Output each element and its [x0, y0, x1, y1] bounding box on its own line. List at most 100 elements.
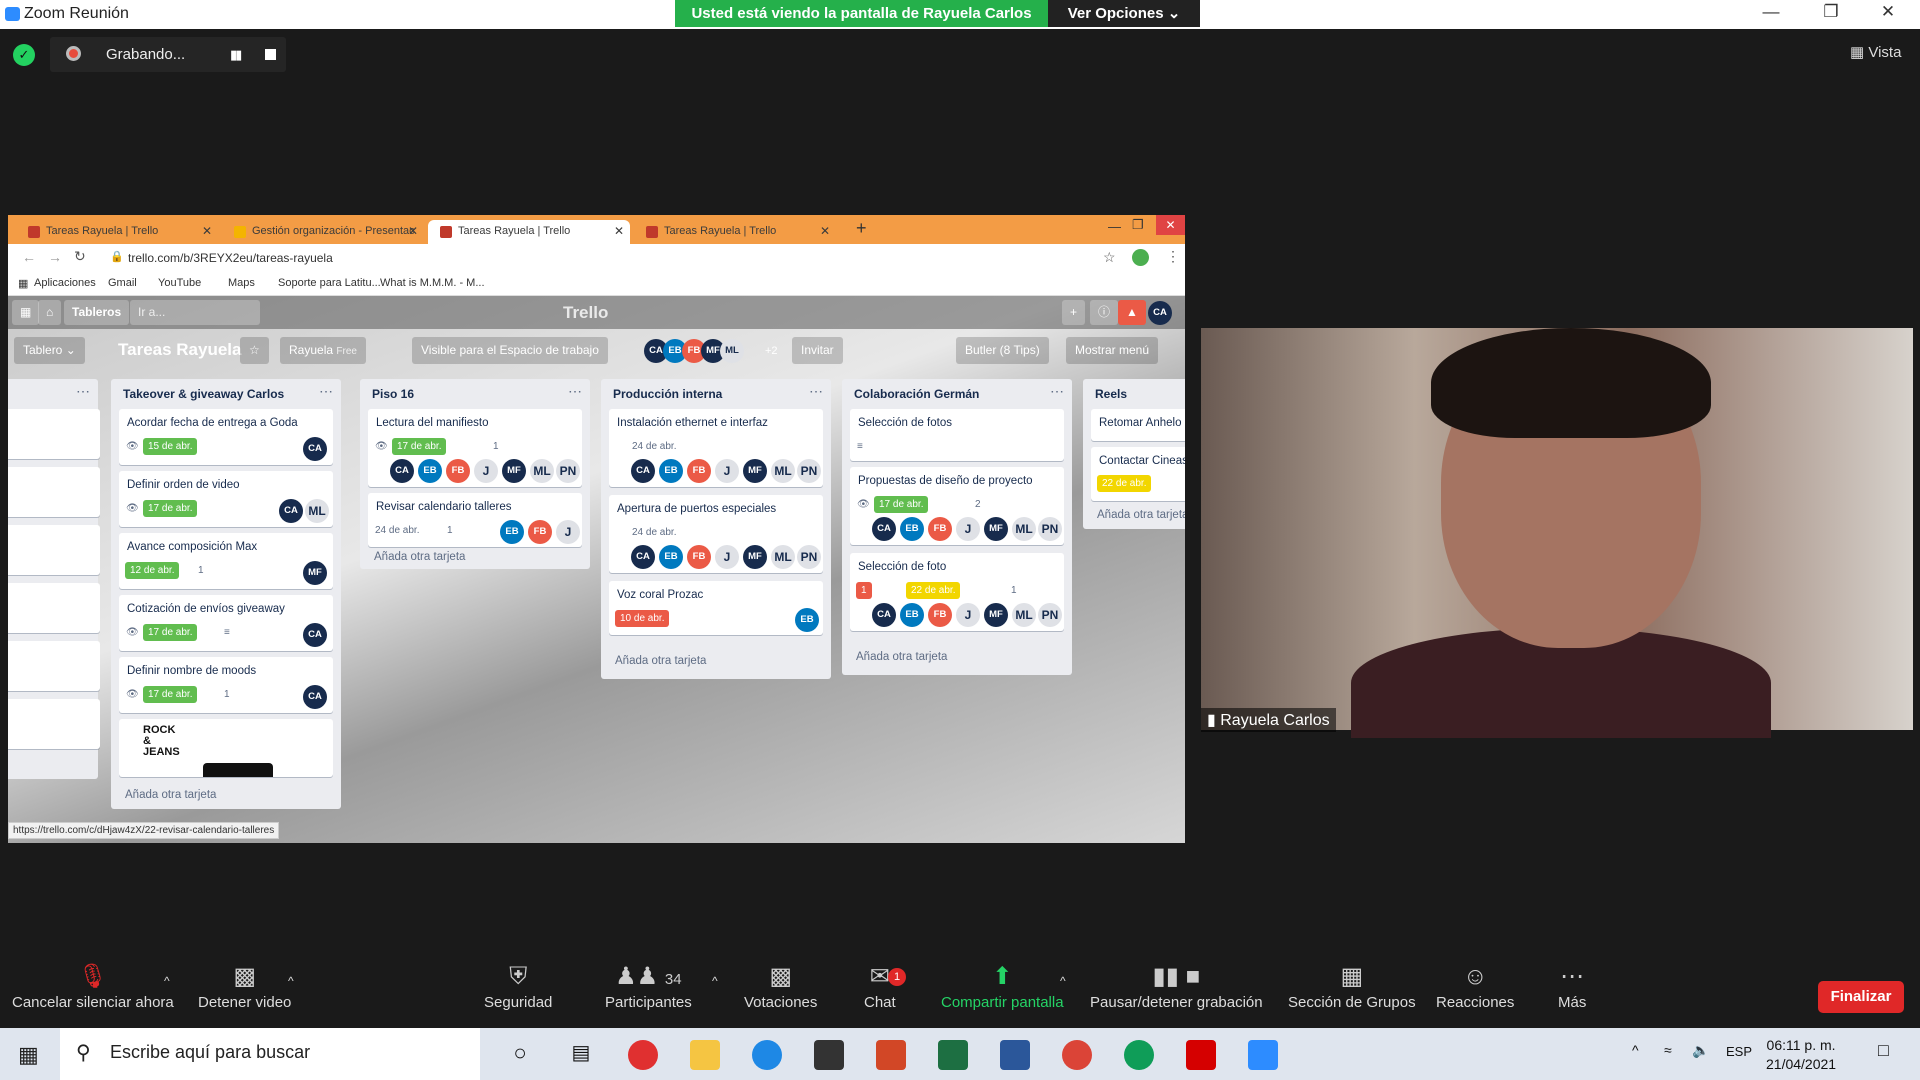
- home-icon[interactable]: ⌂: [38, 300, 62, 325]
- list-menu-icon[interactable]: ⋯: [809, 383, 823, 400]
- end-meeting-button[interactable]: Finalizar: [1818, 981, 1904, 1013]
- restore-icon[interactable]: ❐: [1132, 217, 1144, 233]
- list-item[interactable]: Voz coral Prozac 10 de abr. EB: [609, 581, 823, 635]
- list-item[interactable]: Definir nombre de moods 👁 17 de abr. 1 C…: [119, 657, 333, 713]
- list-item[interactable]: Lectura del manifiesto 👁 17 de abr. 1 CA…: [368, 409, 582, 487]
- chrome-icon[interactable]: [1062, 1040, 1092, 1070]
- trello-search-input[interactable]: Ir a...: [130, 300, 260, 325]
- participants-button[interactable]: ♟♟ 34 Participantes: [605, 960, 692, 1011]
- butler-button[interactable]: Butler (8 Tips): [956, 337, 1049, 364]
- visibility-button[interactable]: Visible para el Espacio de trabajo: [412, 337, 608, 364]
- new-tab-icon[interactable]: +: [856, 218, 867, 239]
- extra-members-count[interactable]: +2: [765, 345, 778, 357]
- close-icon[interactable]: ✕: [1156, 215, 1185, 235]
- close-tab-icon[interactable]: ✕: [202, 224, 212, 238]
- task-view-icon[interactable]: ▤: [566, 1040, 596, 1070]
- add-card-button[interactable]: Añada otra tarjeta: [374, 551, 465, 563]
- list-item[interactable]: Cotización de envíos giveaway 👁 17 de ab…: [119, 595, 333, 651]
- security-button[interactable]: ⛨ Seguridad: [484, 960, 552, 1011]
- list-title[interactable]: Colaboración Germán: [854, 387, 979, 401]
- add-card-button[interactable]: Añada otra tarjeta: [1097, 509, 1185, 521]
- file-explorer-icon[interactable]: [690, 1040, 720, 1070]
- list-item[interactable]: [8, 699, 100, 749]
- pause-recording-icon[interactable]: ▮▮: [230, 47, 242, 63]
- browser-menu-icon[interactable]: ⋮: [1166, 248, 1180, 265]
- excel-icon[interactable]: [938, 1040, 968, 1070]
- cortana-icon[interactable]: ○: [505, 1040, 535, 1070]
- reactions-button[interactable]: ☺ Reacciones: [1436, 960, 1514, 1011]
- view-options-button[interactable]: Ver Opciones ⌄: [1048, 0, 1200, 27]
- powerpoint-icon[interactable]: [876, 1040, 906, 1070]
- bookmark-mmm[interactable]: What is M.M.M. - M...: [380, 277, 485, 289]
- url-field[interactable]: trello.com/b/3REYX2eu/tareas-rayuela: [128, 251, 333, 265]
- profile-avatar[interactable]: [1132, 249, 1149, 266]
- shield-icon[interactable]: ✓: [13, 44, 35, 66]
- breakout-rooms-button[interactable]: ▦ Sección de Grupos: [1288, 960, 1416, 1011]
- chat-button[interactable]: ✉ Chat: [864, 960, 896, 1011]
- add-card-button[interactable]: Añada otra tarjeta: [125, 789, 216, 801]
- restore-icon[interactable]: ❐: [1811, 2, 1851, 26]
- invite-button[interactable]: Invitar: [792, 337, 843, 364]
- stop-video-button[interactable]: ▩ Detener video: [198, 960, 291, 1011]
- list-item[interactable]: Revisar calendario talleres 24 de abr. 1…: [368, 493, 582, 547]
- browser-tab[interactable]: Tareas Rayuela | Trello ✕: [634, 220, 836, 244]
- list-item[interactable]: Acordar fecha de entrega a Goda 👁 15 de …: [119, 409, 333, 465]
- bookmark-support[interactable]: Soporte para Latitu...: [278, 277, 381, 289]
- bookmark-star-icon[interactable]: ☆: [1103, 249, 1116, 266]
- more-button[interactable]: ⋯ Más: [1558, 960, 1586, 1011]
- list-item[interactable]: Definir orden de video 👁 17 de abr. CA M…: [119, 471, 333, 527]
- list-title[interactable]: Reels: [1095, 387, 1127, 401]
- create-icon[interactable]: +: [1062, 300, 1086, 325]
- add-card-button[interactable]: Añada otra tarjeta: [856, 651, 947, 663]
- chrome-profile-icon[interactable]: [1124, 1040, 1154, 1070]
- info-icon[interactable]: ⓘ: [1090, 300, 1119, 325]
- edge-icon[interactable]: [752, 1040, 782, 1070]
- minimize-icon[interactable]: —: [1751, 2, 1791, 26]
- zoom-taskbar-icon[interactable]: [1248, 1040, 1278, 1070]
- taskbar-search-input[interactable]: ⚲ Escribe aquí para buscar: [60, 1028, 480, 1080]
- view-button[interactable]: ▦ Vista: [1850, 43, 1901, 61]
- avatar[interactable]: ML: [720, 339, 744, 363]
- browser-tab[interactable]: Gestión organización - Presentac ✕: [222, 220, 424, 244]
- minimize-icon[interactable]: —: [1108, 219, 1121, 234]
- close-tab-icon[interactable]: ✕: [614, 224, 624, 238]
- add-card-button[interactable]: Añada otra tarjeta: [615, 655, 706, 667]
- list-item[interactable]: [8, 583, 100, 633]
- star-icon[interactable]: ☆: [240, 337, 269, 364]
- taskbar-clock[interactable]: 06:11 p. m. 21/04/2021: [1766, 1036, 1836, 1074]
- word-icon[interactable]: [1000, 1040, 1030, 1070]
- participant-video[interactable]: [1201, 328, 1913, 738]
- board-title[interactable]: Tareas Rayuela: [118, 340, 241, 360]
- bookmark-apps[interactable]: Aplicaciones: [34, 277, 96, 289]
- board-view-dropdown[interactable]: Tablero ⌄: [14, 337, 85, 364]
- bookmark-youtube[interactable]: YouTube: [158, 277, 201, 289]
- language-indicator[interactable]: ESP: [1726, 1044, 1752, 1059]
- close-tab-icon[interactable]: ✕: [820, 224, 830, 238]
- reload-icon[interactable]: ↻: [74, 248, 86, 265]
- browser-tab[interactable]: Tareas Rayuela | Trello ✕: [16, 220, 218, 244]
- list-item[interactable]: Instalación ethernet e interfaz 24 de ab…: [609, 409, 823, 487]
- unmute-button[interactable]: 🎙 Cancelar silenciar ahora: [12, 960, 174, 1011]
- list-menu-icon[interactable]: ⋯: [319, 383, 333, 400]
- bookmark-maps[interactable]: Maps: [228, 277, 255, 289]
- apps-grid-icon[interactable]: ▦: [12, 300, 40, 325]
- chevron-up-icon[interactable]: ^: [288, 974, 294, 988]
- back-icon[interactable]: ←: [22, 249, 36, 265]
- list-item[interactable]: Apertura de puertos especiales 24 de abr…: [609, 495, 823, 573]
- list-item[interactable]: [8, 525, 100, 575]
- chevron-up-icon[interactable]: ^: [1632, 1042, 1639, 1058]
- list-menu-icon[interactable]: ⋯: [568, 383, 582, 400]
- list-item[interactable]: Selección de foto 1 22 de abr. 1 CA EB F…: [850, 553, 1064, 631]
- store-icon[interactable]: [814, 1040, 844, 1070]
- close-tab-icon[interactable]: ✕: [408, 224, 418, 238]
- list-item[interactable]: Avance composición Max 12 de abr. 1 MF: [119, 533, 333, 589]
- forward-icon[interactable]: →: [48, 249, 62, 265]
- wifi-icon[interactable]: ≈: [1664, 1042, 1672, 1058]
- browser-tab-active[interactable]: Tareas Rayuela | Trello ✕: [428, 220, 630, 244]
- chevron-up-icon[interactable]: ^: [1060, 974, 1066, 988]
- screen-recorder-icon[interactable]: [628, 1040, 658, 1070]
- volume-icon[interactable]: 🔈: [1692, 1042, 1709, 1059]
- list-item[interactable]: Selección de fotos ≡: [850, 409, 1064, 461]
- chevron-up-icon[interactable]: ^: [164, 974, 170, 988]
- list-item[interactable]: Retomar Anhelo: [1091, 409, 1185, 441]
